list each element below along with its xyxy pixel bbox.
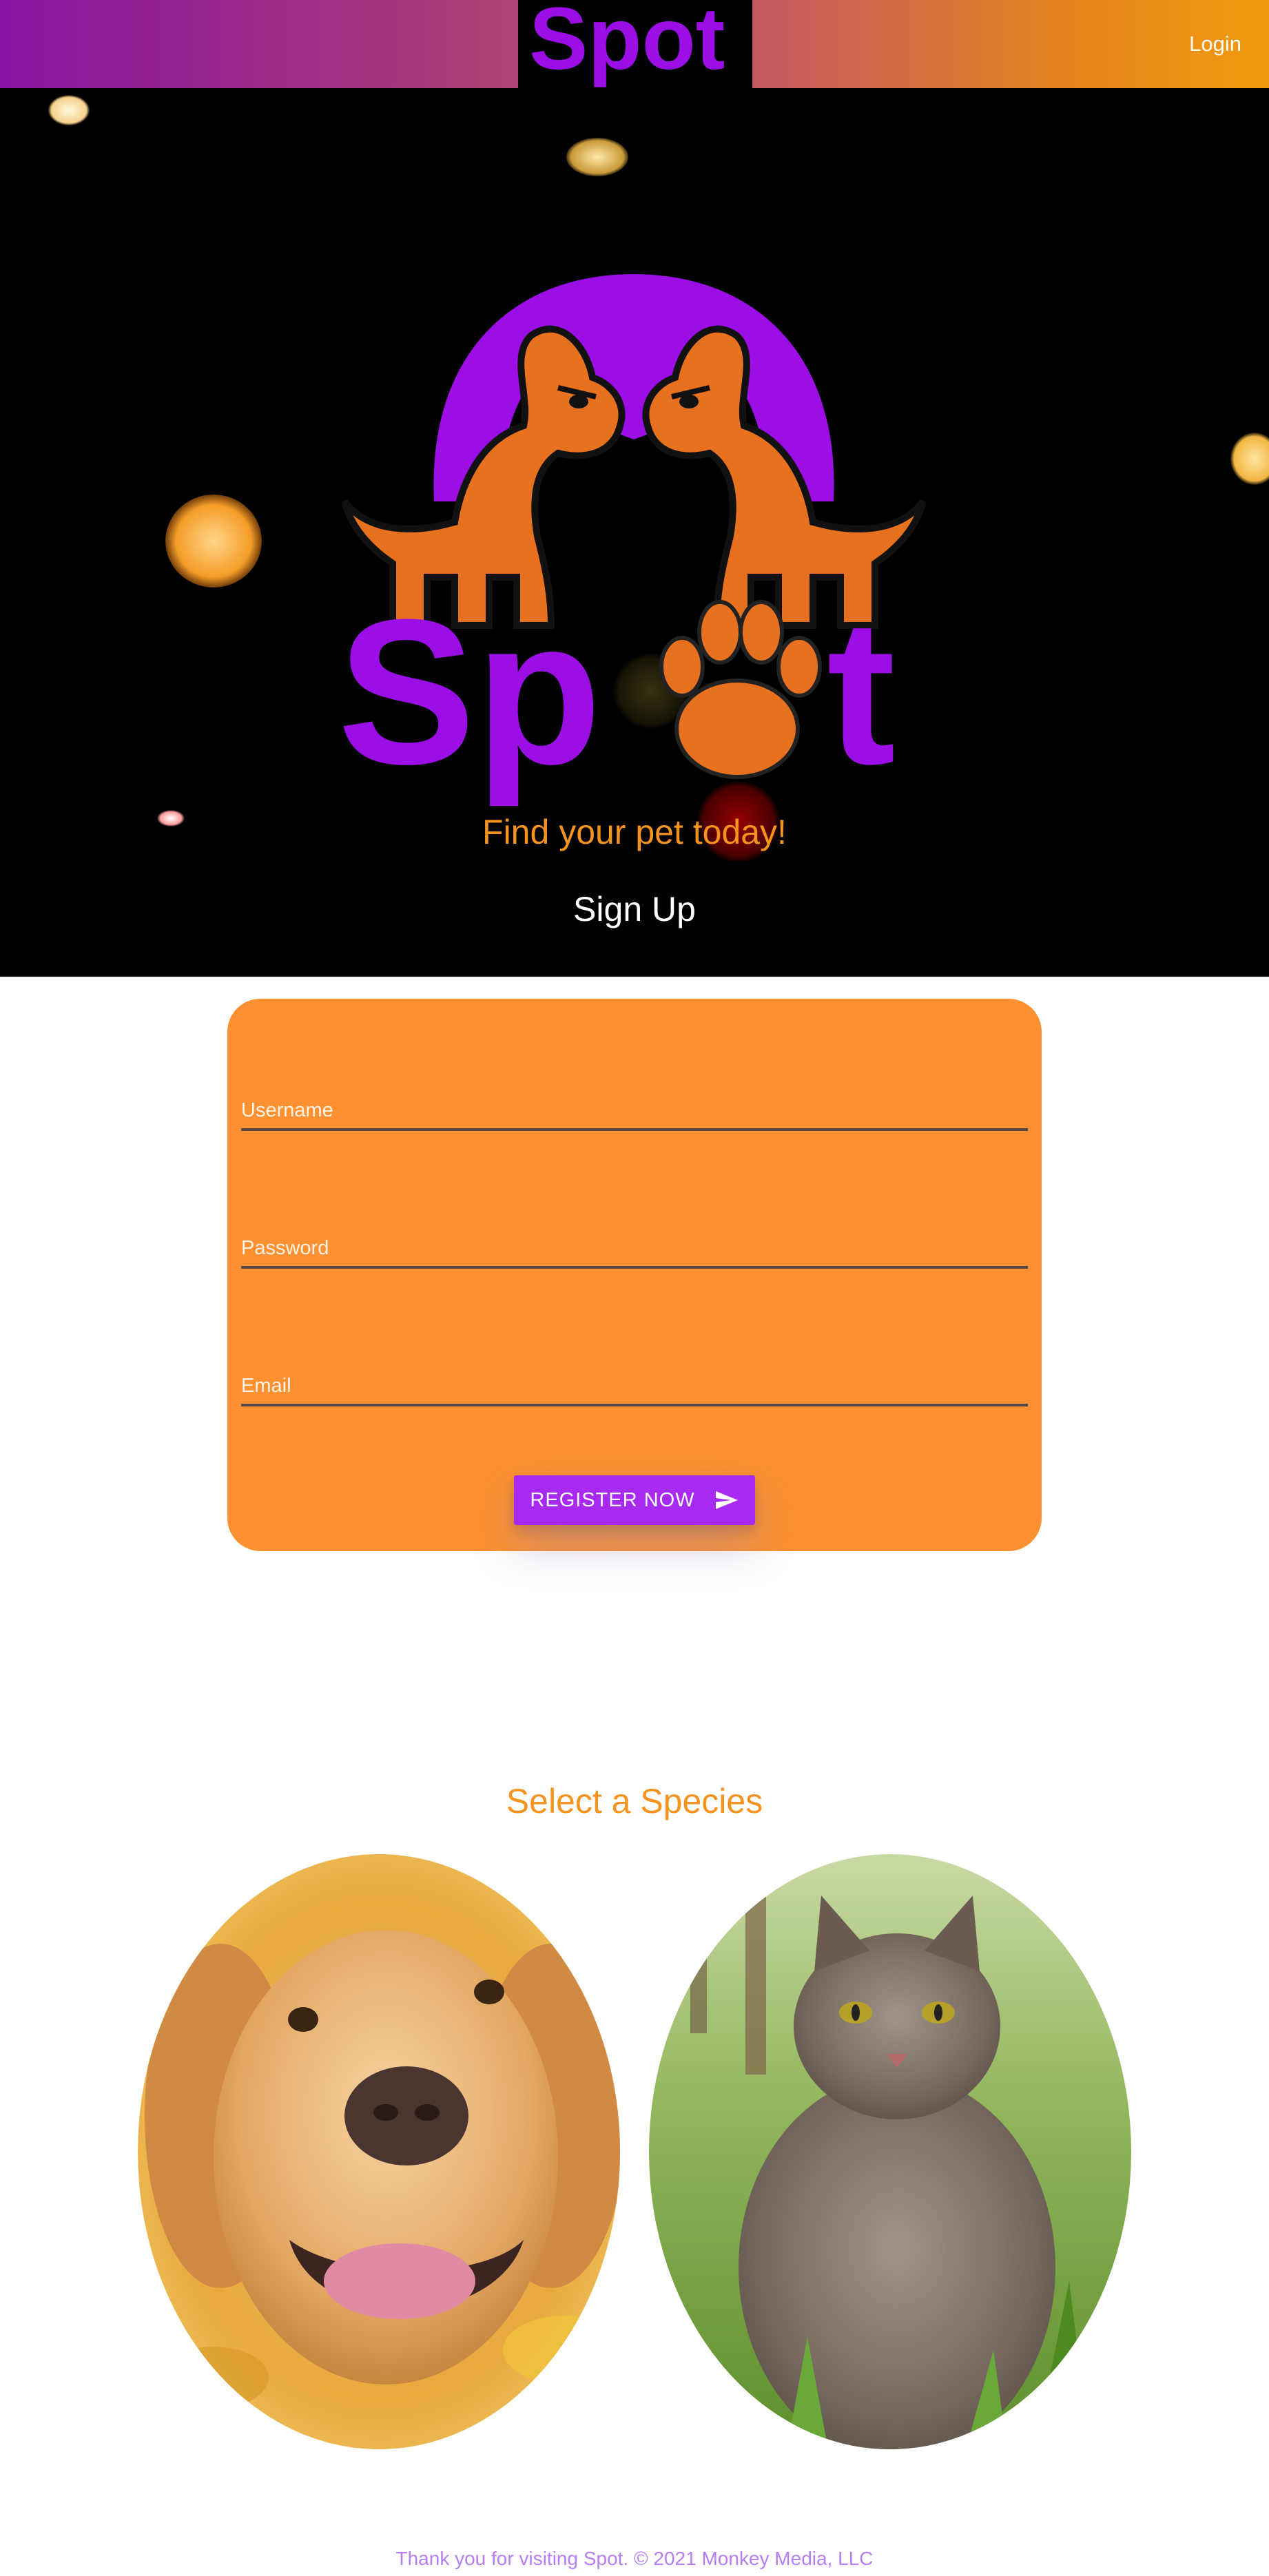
bokeh-light — [165, 495, 262, 588]
signup-heading: Sign Up — [573, 890, 696, 928]
bokeh-light — [48, 95, 90, 125]
svg-text:t: t — [827, 576, 896, 807]
cat-photo-icon — [649, 1854, 1131, 2449]
password-input[interactable] — [241, 1214, 1028, 1269]
species-option-dog[interactable] — [138, 1854, 620, 2449]
password-field-wrapper — [241, 1214, 1028, 1269]
nav-logo-text: Spot — [529, 0, 725, 88]
bokeh-light — [1230, 433, 1269, 485]
send-icon — [715, 1491, 738, 1509]
species-heading: Select a Species — [506, 1782, 763, 1820]
username-input[interactable] — [241, 1076, 1028, 1131]
spot-hero-logo-icon: Sp t — [338, 274, 927, 809]
email-input[interactable] — [241, 1351, 1028, 1406]
species-option-cat[interactable] — [649, 1854, 1131, 2449]
hero-logo-text: Sp — [338, 576, 601, 809]
register-now-label: REGISTER NOW — [530, 1488, 695, 1511]
hero-banner: Sp t Find your pet today! Sign Up — [0, 88, 1269, 977]
register-now-button[interactable]: REGISTER NOW — [514, 1475, 755, 1525]
signup-form: REGISTER NOW — [227, 999, 1042, 1551]
email-field-wrapper — [241, 1351, 1028, 1406]
dog-photo-icon — [138, 1854, 620, 2449]
username-field-wrapper — [241, 1076, 1028, 1131]
nav-logo[interactable]: Spot — [518, 0, 752, 88]
hero-tagline: Find your pet today! — [482, 813, 787, 851]
top-navbar: Spot Login — [0, 0, 1269, 88]
footer-text: Thank you for visiting Spot. © 2021 Monk… — [395, 2548, 874, 2569]
login-link[interactable]: Login — [1189, 28, 1241, 61]
spot-logo-icon: Spot — [529, 0, 725, 88]
bokeh-light — [566, 138, 628, 176]
